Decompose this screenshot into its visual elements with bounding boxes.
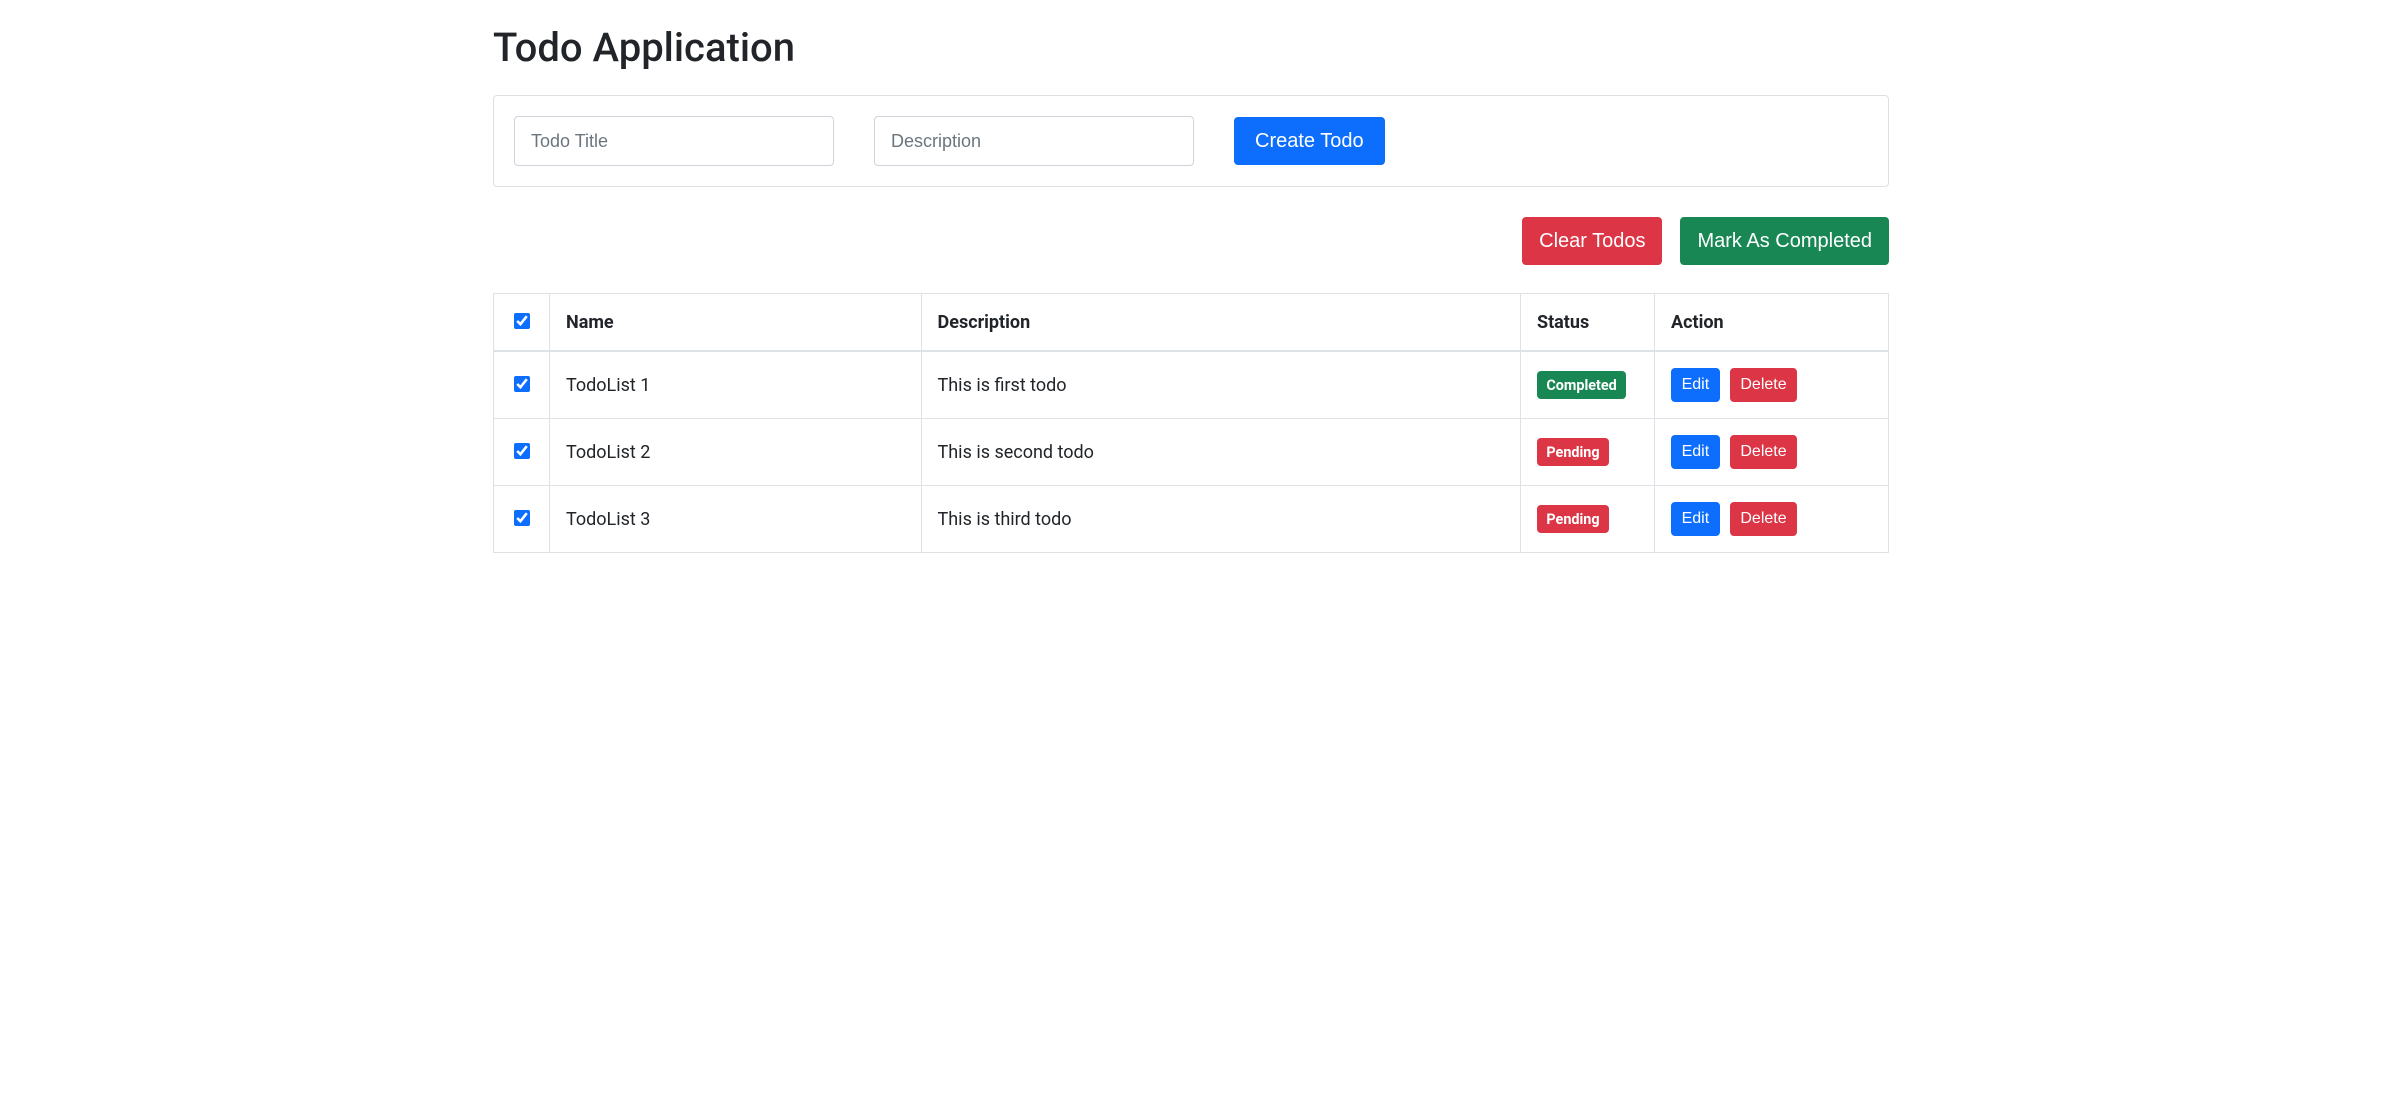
delete-button[interactable]: Delete — [1730, 502, 1797, 536]
row-description: This is second todo — [921, 419, 1520, 486]
row-name: TodoList 1 — [550, 351, 922, 419]
row-action-cell: Edit Delete — [1655, 486, 1889, 553]
page-title: Todo Application — [493, 24, 1889, 71]
status-badge: Pending — [1537, 438, 1609, 467]
status-badge: Pending — [1537, 505, 1609, 534]
edit-button[interactable]: Edit — [1671, 502, 1720, 536]
row-name: TodoList 2 — [550, 419, 922, 486]
select-all-checkbox[interactable] — [514, 313, 530, 329]
header-name: Name — [550, 294, 922, 352]
row-select-checkbox[interactable] — [514, 510, 530, 526]
edit-button[interactable]: Edit — [1671, 368, 1720, 402]
table-row: TodoList 3This is third todo Pending Edit D… — [494, 486, 1889, 553]
header-status: Status — [1521, 294, 1655, 352]
row-description: This is third todo — [921, 486, 1520, 553]
todo-description-input[interactable] — [874, 116, 1194, 166]
row-select-cell — [494, 351, 550, 419]
status-badge: Completed — [1537, 371, 1626, 400]
table-row: TodoList 1This is first todo Completed Edi… — [494, 351, 1889, 419]
header-action: Action — [1655, 294, 1889, 352]
row-select-cell — [494, 419, 550, 486]
delete-button[interactable]: Delete — [1730, 435, 1797, 469]
table-row: TodoList 2This is second todo Pending Edit… — [494, 419, 1889, 486]
row-action-cell: Edit Delete — [1655, 351, 1889, 419]
clear-todos-button[interactable]: Clear Todos — [1522, 217, 1662, 265]
row-action-cell: Edit Delete — [1655, 419, 1889, 486]
edit-button[interactable]: Edit — [1671, 435, 1720, 469]
row-description: This is first todo — [921, 351, 1520, 419]
row-name: TodoList 3 — [550, 486, 922, 553]
row-status-cell: Completed — [1521, 351, 1655, 419]
row-select-cell — [494, 486, 550, 553]
create-todo-button[interactable]: Create Todo — [1234, 117, 1385, 165]
row-select-checkbox[interactable] — [514, 376, 530, 392]
row-status-cell: Pending — [1521, 486, 1655, 553]
header-select — [494, 294, 550, 352]
mark-completed-button[interactable]: Mark As Completed — [1680, 217, 1889, 265]
create-todo-card: Create Todo — [493, 95, 1889, 187]
row-status-cell: Pending — [1521, 419, 1655, 486]
todo-title-input[interactable] — [514, 116, 834, 166]
delete-button[interactable]: Delete — [1730, 368, 1797, 402]
todos-table: Name Description Status Action TodoList … — [493, 293, 1889, 553]
header-description: Description — [921, 294, 1520, 352]
row-select-checkbox[interactable] — [514, 443, 530, 459]
